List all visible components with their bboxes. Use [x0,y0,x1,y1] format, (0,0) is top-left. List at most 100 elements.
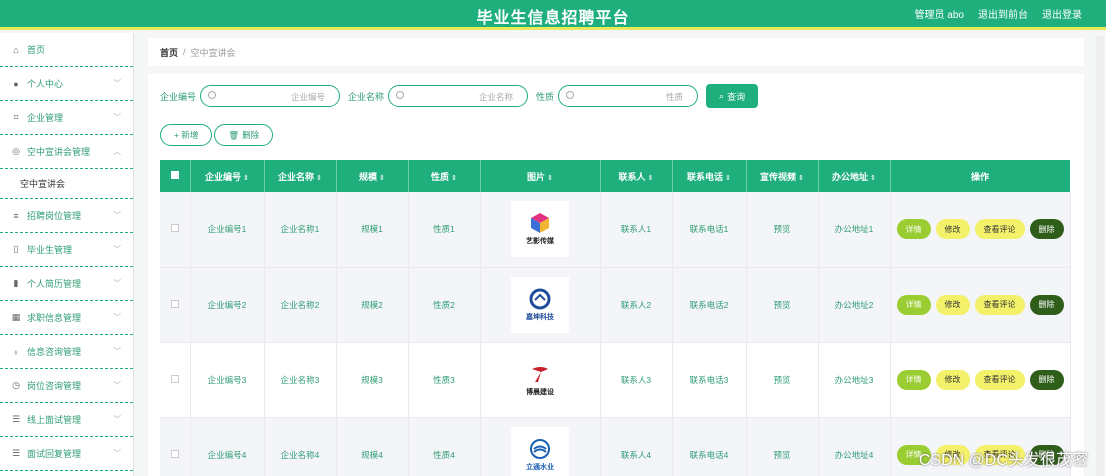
edit-button[interactable]: 修改 [935,369,970,390]
video-preview-link[interactable]: 预览 [773,224,790,234]
sidebar-item-graduates[interactable]: ▯ 毕业生管理 ﹀ [0,233,133,267]
cell-contact: 联系人3 [600,342,673,418]
sidebar-item-home[interactable]: ⌂ 首页 [0,33,133,67]
cell-nature: 性质1 [408,192,481,268]
search-icon [396,91,405,99]
globe-icon: ◎ [12,146,20,156]
sidebar-item-airtalk[interactable]: ◎ 空中宣讲会管理 ︿ [0,135,133,169]
list-icon: ☰ [11,448,21,458]
exit-to-front-link[interactable]: 退出到前台 [978,6,1028,21]
placeholder: 企业名称 [479,92,514,102]
cell-phone: 联系电话1 [672,192,747,268]
sidebar-item-resume[interactable]: ▮ 个人简历管理 ﹀ [0,267,133,301]
cell-video: 预览 [746,417,819,476]
header-cell[interactable]: 联系电话 ⇕ [672,160,747,192]
chevron-up-icon: ︿ [113,147,121,156]
sort-icon: ⇕ [379,174,385,182]
company-no-input[interactable]: 企业编号 [200,85,341,107]
header-cell[interactable]: 规模 ⇕ [336,160,409,192]
placeholder: 性质 [666,92,684,102]
sort-icon: ⇕ [243,174,249,182]
sidebar-item-personal[interactable]: ● 个人中心 ﹀ [0,67,133,101]
placeholder: 企业编号 [291,92,326,102]
chevron-down-icon: ﹀ [113,113,121,122]
sidebar-item-label: 空中宣讲会管理 [27,147,91,157]
select-all-cell[interactable] [160,160,191,192]
logo-caption: 嘉坤科技 [526,313,554,321]
company-name-input[interactable]: 企业名称 [388,85,529,107]
row-select-cell[interactable] [160,267,191,343]
header-label: 性质 [431,171,450,182]
header-label: 联系人 [618,171,646,182]
delete-button[interactable]: 删除 [1029,294,1064,315]
sidebar-subitem-airtalk[interactable]: 空中宣讲会 [0,169,133,199]
admin-user-link[interactable]: 管理员 abo [915,6,964,21]
sidebar-item-jobseek[interactable]: ▦ 求职信息管理 ﹀ [0,301,133,335]
header-cell[interactable]: 宣传视频 ⇕ [746,160,819,192]
company-logo[interactable]: 博晨建设 [511,351,569,408]
detail-button[interactable]: 详情 [896,219,931,240]
action-bar: + 新增 🗑 删除 [160,124,274,146]
logo-caption: 艺影传媒 [526,238,554,246]
video-preview-link[interactable]: 预览 [773,450,790,460]
header-links: 管理员 abo 退出到前台 退出登录 [915,6,1082,21]
sidebar-item-interview[interactable]: ☰ 线上面试管理 ﹀ [0,403,133,437]
cube-logo-icon [531,213,549,234]
row-checkbox[interactable] [170,449,179,458]
breadcrumb-current: 空中宣讲会 [190,47,236,58]
view-review-button[interactable]: 查看评论 [974,294,1025,315]
cell-scale: 规模2 [336,267,409,343]
video-preview-link[interactable]: 预览 [773,375,790,385]
nature-input[interactable]: 性质 [558,85,699,107]
company-logo[interactable]: 立通水业 [511,426,569,476]
logout-link[interactable]: 退出登录 [1042,6,1082,21]
cell-no: 企业编号1 [190,192,265,268]
chevron-down-icon: ﹀ [113,211,121,220]
header-cell[interactable]: 办公地址 ⇕ [818,160,891,192]
sort-icon: ⇕ [316,174,322,182]
row-checkbox[interactable] [170,374,179,383]
sidebar-item-label: 毕业生管理 [27,245,73,255]
sidebar-item-consult[interactable]: ♁ 信息咨询管理 ﹀ [0,335,133,369]
header-cell[interactable]: 图片 ⇕ [480,160,601,192]
view-review-button[interactable]: 查看评论 [974,369,1025,390]
table-row: 企业编号1 企业名称1 规模1 性质1 艺影传媒 联系人1 联系电话1 预览 办… [160,192,1071,268]
detail-button[interactable]: 详情 [896,369,931,390]
row-select-cell[interactable] [160,417,191,476]
select-all-checkbox[interactable] [170,171,179,179]
search-icon: ⌕ [719,90,725,101]
chevron-down-icon: ﹀ [113,79,121,88]
cell-addr: 办公地址3 [818,342,891,418]
breadcrumb-home[interactable]: 首页 [160,46,178,59]
view-review-button[interactable]: 查看评论 [974,219,1025,240]
delete-button[interactable]: 删除 [1029,369,1064,390]
sidebar-item-reply[interactable]: ☰ 面试回复管理 ﹀ [0,437,133,471]
detail-button[interactable]: 详情 [896,294,931,315]
add-button[interactable]: + 新增 [160,124,213,146]
header-cell[interactable]: 性质 ⇕ [408,160,481,192]
sidebar-item-jobs[interactable]: ≡ 招聘岗位管理 ﹀ [0,199,133,233]
sidebar-item-company[interactable]: ⌗ 企业管理 ﹀ [0,101,133,135]
row-select-cell[interactable] [160,342,191,418]
sidebar-item-label: 信息咨询管理 [27,347,82,357]
cell-contact: 联系人4 [600,417,673,476]
company-logo[interactable]: 嘉坤科技 [511,276,569,333]
row-checkbox[interactable] [170,224,179,233]
sidebar-item-jobconsult[interactable]: ◷ 岗位咨询管理 ﹀ [0,369,133,403]
cell-scale: 规模3 [336,342,409,418]
video-preview-link[interactable]: 预览 [773,300,790,310]
cell-phone: 联系电话4 [672,417,747,476]
batch-delete-button[interactable]: 🗑 删除 [214,124,274,146]
page-scrollbar[interactable] [1096,36,1104,476]
row-select-cell[interactable] [160,192,191,268]
row-checkbox[interactable] [170,299,179,308]
header-cell[interactable]: 联系人 ⇕ [600,160,673,192]
home-icon: ⌂ [13,44,19,55]
delete-button[interactable]: 删除 [1029,219,1064,240]
header-cell[interactable]: 企业名称 ⇕ [264,160,337,192]
header-cell[interactable]: 企业编号 ⇕ [190,160,265,192]
query-button[interactable]: ⌕ 查询 [706,84,759,108]
company-logo[interactable]: 艺影传媒 [511,201,569,258]
edit-button[interactable]: 修改 [935,294,970,315]
edit-button[interactable]: 修改 [935,219,970,240]
